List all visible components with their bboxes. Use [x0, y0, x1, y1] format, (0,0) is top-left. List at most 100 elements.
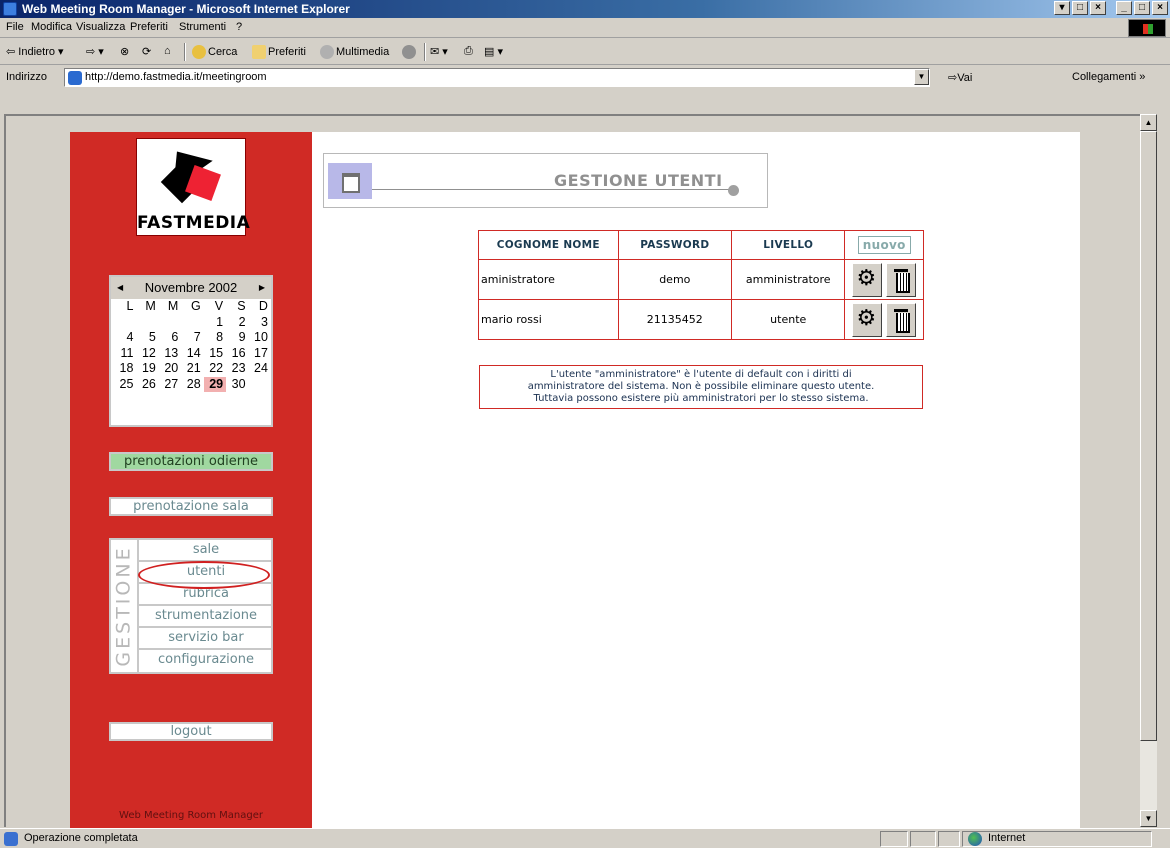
calendar-day[interactable]: 4: [114, 330, 136, 346]
calendar-month: Novembre 2002: [144, 280, 238, 295]
table-row: mario rossi 21135452 utente: [478, 299, 924, 340]
weekday: D: [258, 299, 268, 313]
note-line: Tuttavia possono esistere più amministra…: [533, 393, 869, 404]
calendar-empty-cell: [136, 315, 158, 331]
gestione-item-configurazione[interactable]: configurazione: [137, 650, 273, 672]
calendar-day[interactable]: 27: [159, 377, 181, 393]
internet-zone-icon: [968, 832, 982, 846]
menu-strumenti[interactable]: Strumenti: [179, 21, 226, 33]
links-button[interactable]: Collegamenti »: [1072, 71, 1145, 83]
calendar-day[interactable]: 12: [136, 346, 158, 362]
calendar-day[interactable]: 30: [226, 377, 248, 393]
go-button[interactable]: ⇨Vai: [948, 71, 972, 84]
gestione-item-servizio-bar[interactable]: servizio bar: [137, 628, 273, 650]
next-month-button[interactable]: ▶: [259, 277, 265, 299]
edit-user-icon[interactable]: [852, 302, 883, 337]
calendar-day[interactable]: 16: [226, 346, 248, 362]
scroll-down-button[interactable]: ▼: [1140, 810, 1157, 827]
doc-restore-button[interactable]: ▾: [1054, 1, 1070, 15]
calendar-day[interactable]: 17: [249, 346, 271, 362]
back-button[interactable]: ⇦ Indietro ▾: [6, 45, 64, 58]
new-user-button[interactable]: nuovo: [857, 236, 911, 254]
window-icon: [328, 163, 372, 199]
scroll-thumb[interactable]: [1140, 131, 1157, 741]
page-icon: [68, 71, 82, 85]
calendar-day[interactable]: 13: [159, 346, 181, 362]
calendar-day[interactable]: 5: [136, 330, 158, 346]
gestione-item-strumentazione[interactable]: strumentazione: [137, 606, 273, 628]
search-icon: [192, 45, 206, 59]
page-done-icon: [4, 832, 18, 846]
doc-maximize-button[interactable]: □: [1072, 1, 1088, 15]
calendar-week: 4 5 6 7 8 9 10: [111, 330, 271, 346]
gestione-item-sale[interactable]: sale: [137, 540, 273, 562]
calendar-week: 11 12 13 14 15 16 17: [111, 346, 271, 362]
edit-user-icon[interactable]: [852, 262, 883, 297]
multimedia-icon: [320, 45, 334, 59]
calendar-day[interactable]: 25: [114, 377, 136, 393]
calendar-day[interactable]: 19: [136, 361, 158, 377]
calendar: ◀ Novembre 2002 ▶ L M M G V S D 12345678…: [109, 275, 273, 427]
col-password: PASSWORD: [617, 230, 733, 260]
prev-month-button[interactable]: ◀: [117, 277, 123, 299]
calendar-day[interactable]: 3: [249, 315, 271, 331]
menu-visualizza[interactable]: Visualizza: [76, 21, 125, 33]
calendar-day[interactable]: 22: [204, 361, 226, 377]
user-level: amministratore: [731, 259, 846, 300]
ie-app-icon: [3, 2, 17, 16]
print-icon[interactable]: ⎙: [464, 45, 473, 58]
history-icon[interactable]: [402, 45, 418, 59]
calendar-day[interactable]: 14: [181, 346, 203, 362]
calendar-day[interactable]: 8: [204, 330, 226, 346]
calendar-day[interactable]: 9: [226, 330, 248, 346]
calendar-day[interactable]: 15: [204, 346, 226, 362]
doc-close-button[interactable]: ×: [1090, 1, 1106, 15]
row-actions: [844, 299, 924, 340]
calendar-day[interactable]: 2: [226, 315, 248, 331]
calendar-day[interactable]: 20: [159, 361, 181, 377]
delete-user-icon[interactable]: [885, 302, 916, 337]
calendar-day[interactable]: 7: [181, 330, 203, 346]
table-header-row: COGNOME NOME PASSWORD LIVELLO nuovo: [478, 230, 924, 260]
vertical-scrollbar[interactable]: ▲ ▼: [1140, 114, 1157, 827]
favorites-button[interactable]: Preferiti: [252, 45, 306, 59]
menu-file[interactable]: File: [6, 21, 24, 33]
calendar-day[interactable]: 21: [181, 361, 203, 377]
calendar-day[interactable]: 18: [114, 361, 136, 377]
weekday: G: [190, 299, 201, 313]
delete-user-icon[interactable]: [885, 262, 916, 297]
calendar-day[interactable]: 1: [204, 315, 226, 331]
search-button[interactable]: Cerca: [192, 45, 237, 59]
weekday: L: [126, 299, 134, 313]
maximize-button[interactable]: □: [1134, 1, 1150, 15]
calendar-day[interactable]: 28: [181, 377, 203, 393]
book-room-button[interactable]: prenotazione sala: [109, 497, 273, 516]
menu-preferiti[interactable]: Preferiti: [130, 21, 168, 33]
weekday: S: [237, 299, 246, 313]
calendar-day[interactable]: 24: [249, 361, 271, 377]
calendar-day[interactable]: 11: [114, 346, 136, 362]
calendar-day[interactable]: 29: [203, 376, 227, 392]
mail-icon[interactable]: ✉ ▾: [430, 45, 448, 58]
address-dropdown[interactable]: ▼: [914, 69, 929, 85]
scroll-up-button[interactable]: ▲: [1140, 114, 1157, 131]
forward-button[interactable]: ⇨ ▾: [86, 45, 104, 58]
today-bookings-button[interactable]: prenotazioni odierne: [109, 452, 273, 471]
address-input[interactable]: http://demo.fastmedia.it/meetingroom: [64, 68, 930, 87]
multimedia-button[interactable]: Multimedia: [320, 45, 389, 59]
weekday: M: [145, 299, 156, 313]
home-icon[interactable]: ⌂: [164, 45, 171, 57]
calendar-day[interactable]: 6: [159, 330, 181, 346]
menu-modifica[interactable]: Modifica: [31, 21, 72, 33]
menu-help[interactable]: ?: [236, 21, 242, 33]
stop-icon[interactable]: ⊗: [120, 45, 129, 58]
calendar-day[interactable]: 26: [136, 377, 158, 393]
minimize-button[interactable]: _: [1116, 1, 1132, 15]
calendar-day[interactable]: 10: [249, 330, 271, 346]
calendar-day[interactable]: 23: [226, 361, 248, 377]
weekday: M: [167, 299, 179, 313]
edit-icon[interactable]: ▤ ▾: [484, 45, 503, 58]
close-button[interactable]: ×: [1152, 1, 1168, 15]
logout-button[interactable]: logout: [109, 722, 273, 741]
refresh-icon[interactable]: ⟳: [142, 45, 151, 58]
